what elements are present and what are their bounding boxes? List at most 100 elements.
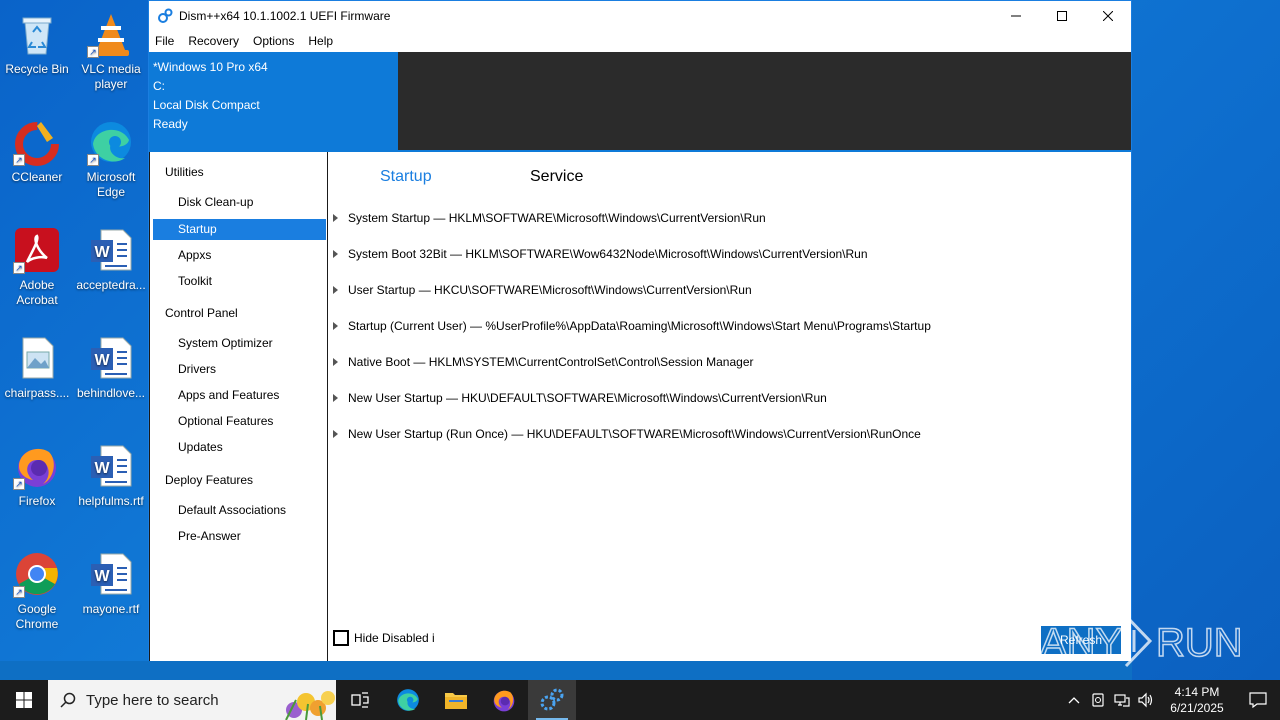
network-icon xyxy=(1114,694,1130,707)
desktop-icon-chairpass[interactable]: chairpass.... xyxy=(0,328,74,428)
sidebar-item-optional-features[interactable]: Optional Features xyxy=(153,411,326,432)
sidebar: Utilities Disk Clean-up Startup Appxs To… xyxy=(149,152,328,662)
word-document-icon: W xyxy=(87,226,135,274)
desktop-icon-vlc[interactable]: ↗ VLC media player xyxy=(74,4,148,104)
list-item[interactable]: Native Boot — HKLM\SYSTEM\CurrentControl… xyxy=(333,353,754,371)
startup-content: Startup Service System Startup — HKLM\SO… xyxy=(329,152,1131,662)
disk-type: Local Disk Compact xyxy=(153,98,260,112)
svg-text:W: W xyxy=(94,460,110,477)
sidebar-item-drivers[interactable]: Drivers xyxy=(153,359,326,380)
sidebar-item-default-associations[interactable]: Default Associations xyxy=(153,500,326,521)
desktop-icon-label: chairpass.... xyxy=(4,386,70,400)
expand-arrow-icon[interactable] xyxy=(333,322,338,330)
menu-help[interactable]: Help xyxy=(308,34,333,48)
expand-arrow-icon[interactable] xyxy=(333,250,338,258)
list-item[interactable]: Startup (Current User) — %UserProfile%\A… xyxy=(333,317,931,335)
tray-network[interactable] xyxy=(1110,680,1134,720)
ccleaner-icon: ↗ xyxy=(13,118,61,166)
search-highlight-image xyxy=(285,691,335,720)
clock-time: 4:14 PM xyxy=(1174,685,1220,699)
sidebar-item-apps-and-features[interactable]: Apps and Features xyxy=(153,385,326,406)
expand-arrow-icon[interactable] xyxy=(333,358,338,366)
desktop-icon-mayone[interactable]: W mayone.rtf xyxy=(74,544,148,644)
expand-arrow-icon[interactable] xyxy=(333,214,338,222)
chevron-up-icon xyxy=(1068,697,1080,704)
hide-disabled-checkbox[interactable]: Hide Disabled i xyxy=(333,630,435,646)
taskbar-file-explorer[interactable] xyxy=(432,680,480,720)
search-placeholder: Type here to search xyxy=(86,691,219,709)
desktop-icon-firefox[interactable]: ↗ Firefox xyxy=(0,436,74,536)
image-info-panel[interactable]: *Windows 10 Pro x64 C: Local Disk Compac… xyxy=(149,52,398,150)
desktop-icon-recycle-bin[interactable]: Recycle Bin xyxy=(0,4,74,104)
shortcut-arrow-icon: ↗ xyxy=(13,154,25,166)
close-button[interactable] xyxy=(1085,1,1131,31)
sidebar-group-control-panel: Control Panel xyxy=(165,306,238,320)
list-item-label: New User Startup (Run Once) — HKU\DEFAUL… xyxy=(348,427,921,441)
clock-date: 6/21/2025 xyxy=(1170,701,1224,715)
title-bar[interactable]: Dism++x64 10.1.1002.1 UEFI Firmware xyxy=(149,1,1131,31)
menu-options[interactable]: Options xyxy=(253,34,294,48)
list-item[interactable]: User Startup — HKCU\SOFTWARE\Microsoft\W… xyxy=(333,281,752,299)
task-view-icon xyxy=(351,692,369,708)
start-button[interactable] xyxy=(0,680,48,720)
menu-recovery[interactable]: Recovery xyxy=(188,34,239,48)
show-hidden-icons-button[interactable] xyxy=(1062,680,1086,720)
recycle-bin-icon xyxy=(13,10,61,58)
sidebar-item-pre-answer[interactable]: Pre-Answer xyxy=(153,526,326,547)
desktop-icon-edge[interactable]: ↗ Microsoft Edge xyxy=(74,112,148,212)
shortcut-arrow-icon: ↗ xyxy=(87,154,99,166)
desktop-icon-ccleaner[interactable]: ↗ CCleaner xyxy=(0,112,74,212)
desktop-icon-acceptedra[interactable]: W acceptedra... xyxy=(74,220,148,320)
sidebar-item-updates[interactable]: Updates xyxy=(153,437,326,458)
tab-startup[interactable]: Startup xyxy=(380,168,432,186)
sidebar-item-disk-cleanup[interactable]: Disk Clean-up xyxy=(153,192,326,213)
maximize-button[interactable] xyxy=(1039,1,1085,31)
image-file-icon xyxy=(13,334,61,382)
list-item[interactable]: System Boot 32Bit — HKLM\SOFTWARE\Wow643… xyxy=(333,245,868,263)
desktop-icon-behindlove[interactable]: W behindlove... xyxy=(74,328,148,428)
hide-disabled-label: Hide Disabled i xyxy=(354,631,435,645)
expand-arrow-icon[interactable] xyxy=(333,286,338,294)
taskbar-search-box[interactable]: Type here to search xyxy=(48,680,336,720)
taskbar-dism[interactable] xyxy=(528,680,576,720)
tray-device[interactable] xyxy=(1086,680,1110,720)
notification-center-button[interactable] xyxy=(1236,680,1280,720)
task-view-button[interactable] xyxy=(336,680,384,720)
expand-arrow-icon[interactable] xyxy=(333,394,338,402)
desktop-icon-chrome[interactable]: ↗ Google Chrome xyxy=(0,544,74,644)
checkbox-box[interactable] xyxy=(333,630,349,646)
shortcut-arrow-icon: ↗ xyxy=(13,262,25,274)
taskbar-edge[interactable] xyxy=(384,680,432,720)
sidebar-item-startup[interactable]: Startup xyxy=(153,219,326,240)
system-tray: 4:14 PM 6/21/2025 xyxy=(1062,680,1280,720)
shortcut-arrow-icon: ↗ xyxy=(13,586,25,598)
expand-arrow-icon[interactable] xyxy=(333,430,338,438)
drive-letter: C: xyxy=(153,79,165,93)
list-item-label: New User Startup — HKU\DEFAULT\SOFTWARE\… xyxy=(348,391,827,405)
windows-logo-icon xyxy=(16,692,32,708)
sidebar-group-deploy-features: Deploy Features xyxy=(165,473,254,487)
sidebar-item-system-optimizer[interactable]: System Optimizer xyxy=(153,333,326,354)
menu-file[interactable]: File xyxy=(155,34,174,48)
clock[interactable]: 4:14 PM 6/21/2025 xyxy=(1158,684,1236,716)
chrome-icon: ↗ xyxy=(13,550,61,598)
taskbar-firefox[interactable] xyxy=(480,680,528,720)
anyrun-watermark-logo: ANY RUN xyxy=(1040,614,1240,668)
desktop-icon-label: Google Chrome xyxy=(15,602,59,631)
notification-icon xyxy=(1249,692,1267,708)
list-item[interactable]: System Startup — HKLM\SOFTWARE\Microsoft… xyxy=(333,209,766,227)
desktop-icon-helpfulms[interactable]: W helpfulms.rtf xyxy=(74,436,148,536)
tab-service[interactable]: Service xyxy=(530,168,583,186)
list-item[interactable]: New User Startup (Run Once) — HKU\DEFAUL… xyxy=(333,425,921,443)
desktop-icon-label: Recycle Bin xyxy=(5,62,69,76)
desktop-icon-label: Firefox xyxy=(18,494,56,508)
volume-icon xyxy=(1138,692,1153,708)
desktop-icon-acrobat[interactable]: ↗ Adobe Acrobat xyxy=(0,220,74,320)
sidebar-item-toolkit[interactable]: Toolkit xyxy=(153,271,326,292)
desktop-icon-label: behindlove... xyxy=(76,386,146,400)
sidebar-item-appxs[interactable]: Appxs xyxy=(153,245,326,266)
list-item[interactable]: New User Startup — HKU\DEFAULT\SOFTWARE\… xyxy=(333,389,827,407)
desktop-icon-label: Adobe Acrobat xyxy=(16,278,58,307)
tray-volume[interactable] xyxy=(1134,680,1158,720)
minimize-button[interactable] xyxy=(993,1,1039,31)
